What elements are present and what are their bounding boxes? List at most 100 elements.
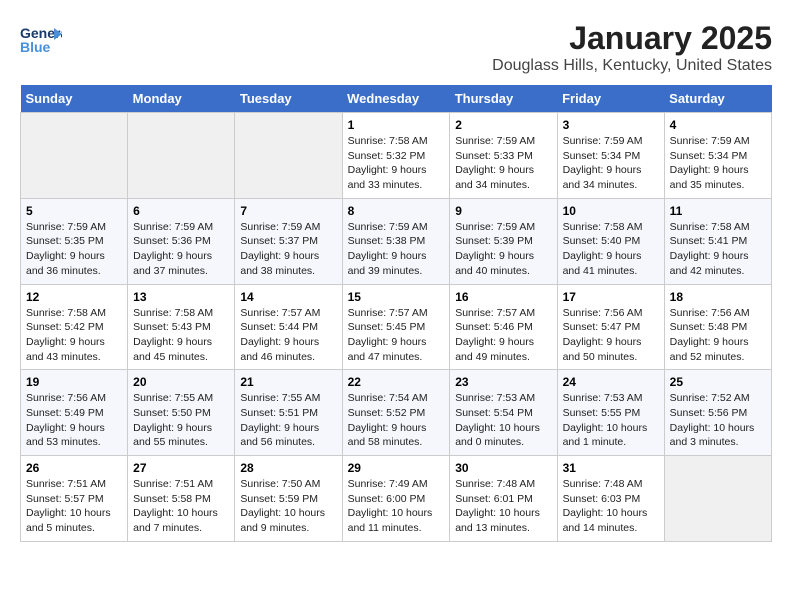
calendar-week-row: 19 Sunrise: 7:56 AM Sunset: 5:49 PM Dayli…	[21, 370, 772, 456]
day-detail: Sunrise: 7:57 AM Sunset: 5:44 PM Dayligh…	[240, 306, 336, 365]
day-number: 23	[455, 375, 551, 389]
weekday-header: Saturday	[664, 85, 771, 113]
calendar-cell: 31 Sunrise: 7:48 AM Sunset: 6:03 PM Dayli…	[557, 456, 664, 542]
day-detail: Sunrise: 7:59 AM Sunset: 5:34 PM Dayligh…	[670, 134, 766, 193]
day-detail: Sunrise: 7:49 AM Sunset: 6:00 PM Dayligh…	[348, 477, 445, 536]
weekday-header: Monday	[128, 85, 235, 113]
day-detail: Sunrise: 7:57 AM Sunset: 5:45 PM Dayligh…	[348, 306, 445, 365]
weekday-header: Sunday	[21, 85, 128, 113]
calendar-cell: 7 Sunrise: 7:59 AM Sunset: 5:37 PM Daylig…	[235, 198, 342, 284]
day-number: 29	[348, 461, 445, 475]
calendar-table: SundayMondayTuesdayWednesdayThursdayFrid…	[20, 85, 772, 542]
weekday-header: Wednesday	[342, 85, 450, 113]
calendar-cell: 4 Sunrise: 7:59 AM Sunset: 5:34 PM Daylig…	[664, 113, 771, 199]
day-number: 22	[348, 375, 445, 389]
day-number: 16	[455, 290, 551, 304]
day-detail: Sunrise: 7:53 AM Sunset: 5:54 PM Dayligh…	[455, 391, 551, 450]
calendar-cell: 25 Sunrise: 7:52 AM Sunset: 5:56 PM Dayli…	[664, 370, 771, 456]
day-detail: Sunrise: 7:50 AM Sunset: 5:59 PM Dayligh…	[240, 477, 336, 536]
day-number: 31	[563, 461, 659, 475]
day-number: 30	[455, 461, 551, 475]
day-detail: Sunrise: 7:59 AM Sunset: 5:39 PM Dayligh…	[455, 220, 551, 279]
calendar-cell: 12Sunrise: 7:58 AM Sunset: 5:42 PM Dayli…	[21, 284, 128, 370]
day-number: 12	[26, 290, 122, 304]
calendar-cell	[235, 113, 342, 199]
day-number: 4	[670, 118, 766, 132]
calendar-week-row: 5Sunrise: 7:59 AM Sunset: 5:35 PM Daylig…	[21, 198, 772, 284]
calendar-week-row: 12Sunrise: 7:58 AM Sunset: 5:42 PM Dayli…	[21, 284, 772, 370]
calendar-cell	[21, 113, 128, 199]
day-detail: Sunrise: 7:55 AM Sunset: 5:51 PM Dayligh…	[240, 391, 336, 450]
calendar-cell: 5Sunrise: 7:59 AM Sunset: 5:35 PM Daylig…	[21, 198, 128, 284]
day-number: 2	[455, 118, 551, 132]
calendar-cell: 23 Sunrise: 7:53 AM Sunset: 5:54 PM Dayli…	[450, 370, 557, 456]
month-title: January 2025	[492, 20, 772, 57]
day-detail: Sunrise: 7:54 AM Sunset: 5:52 PM Dayligh…	[348, 391, 445, 450]
calendar-cell: 21 Sunrise: 7:55 AM Sunset: 5:51 PM Dayli…	[235, 370, 342, 456]
title-block: January 2025 Douglass Hills, Kentucky, U…	[492, 20, 772, 75]
calendar-cell: 13Sunrise: 7:58 AM Sunset: 5:43 PM Dayli…	[128, 284, 235, 370]
calendar-cell: 17 Sunrise: 7:56 AM Sunset: 5:47 PM Dayli…	[557, 284, 664, 370]
day-number: 25	[670, 375, 766, 389]
calendar-cell: 29 Sunrise: 7:49 AM Sunset: 6:00 PM Dayli…	[342, 456, 450, 542]
day-detail: Sunrise: 7:56 AM Sunset: 5:49 PM Dayligh…	[26, 391, 122, 450]
calendar-cell: 27Sunrise: 7:51 AM Sunset: 5:58 PM Dayli…	[128, 456, 235, 542]
day-number: 11	[670, 204, 766, 218]
calendar-cell: 2 Sunrise: 7:59 AM Sunset: 5:33 PM Daylig…	[450, 113, 557, 199]
weekday-header: Friday	[557, 85, 664, 113]
day-detail: Sunrise: 7:48 AM Sunset: 6:03 PM Dayligh…	[563, 477, 659, 536]
weekday-header: Tuesday	[235, 85, 342, 113]
day-detail: Sunrise: 7:58 AM Sunset: 5:32 PM Dayligh…	[348, 134, 445, 193]
calendar-body: 1 Sunrise: 7:58 AM Sunset: 5:32 PM Daylig…	[21, 113, 772, 542]
day-number: 14	[240, 290, 336, 304]
day-number: 28	[240, 461, 336, 475]
calendar-week-row: 26 Sunrise: 7:51 AM Sunset: 5:57 PM Dayli…	[21, 456, 772, 542]
day-detail: Sunrise: 7:51 AM Sunset: 5:58 PM Dayligh…	[133, 477, 229, 536]
calendar-cell: 20Sunrise: 7:55 AM Sunset: 5:50 PM Dayli…	[128, 370, 235, 456]
day-detail: Sunrise: 7:59 AM Sunset: 5:36 PM Dayligh…	[133, 220, 229, 279]
day-number: 18	[670, 290, 766, 304]
day-detail: Sunrise: 7:58 AM Sunset: 5:40 PM Dayligh…	[563, 220, 659, 279]
day-detail: Sunrise: 7:59 AM Sunset: 5:38 PM Dayligh…	[348, 220, 445, 279]
calendar-week-row: 1 Sunrise: 7:58 AM Sunset: 5:32 PM Daylig…	[21, 113, 772, 199]
day-detail: Sunrise: 7:57 AM Sunset: 5:46 PM Dayligh…	[455, 306, 551, 365]
day-number: 17	[563, 290, 659, 304]
calendar-cell	[664, 456, 771, 542]
day-number: 21	[240, 375, 336, 389]
calendar-cell: 8 Sunrise: 7:59 AM Sunset: 5:38 PM Daylig…	[342, 198, 450, 284]
day-number: 19	[26, 375, 122, 389]
day-number: 9	[455, 204, 551, 218]
day-detail: Sunrise: 7:59 AM Sunset: 5:33 PM Dayligh…	[455, 134, 551, 193]
calendar-cell: 1 Sunrise: 7:58 AM Sunset: 5:32 PM Daylig…	[342, 113, 450, 199]
calendar-cell: 18Sunrise: 7:56 AM Sunset: 5:48 PM Dayli…	[664, 284, 771, 370]
day-number: 1	[348, 118, 445, 132]
calendar-cell: 15Sunrise: 7:57 AM Sunset: 5:45 PM Dayli…	[342, 284, 450, 370]
calendar-cell: 22 Sunrise: 7:54 AM Sunset: 5:52 PM Dayli…	[342, 370, 450, 456]
day-number: 24	[563, 375, 659, 389]
day-detail: Sunrise: 7:59 AM Sunset: 5:37 PM Dayligh…	[240, 220, 336, 279]
calendar-cell: 11 Sunrise: 7:58 AM Sunset: 5:41 PM Dayli…	[664, 198, 771, 284]
day-detail: Sunrise: 7:58 AM Sunset: 5:41 PM Dayligh…	[670, 220, 766, 279]
day-number: 6	[133, 204, 229, 218]
day-detail: Sunrise: 7:56 AM Sunset: 5:47 PM Dayligh…	[563, 306, 659, 365]
day-detail: Sunrise: 7:51 AM Sunset: 5:57 PM Dayligh…	[26, 477, 122, 536]
day-number: 8	[348, 204, 445, 218]
calendar-cell: 24Sunrise: 7:53 AM Sunset: 5:55 PM Dayli…	[557, 370, 664, 456]
day-number: 26	[26, 461, 122, 475]
day-detail: Sunrise: 7:48 AM Sunset: 6:01 PM Dayligh…	[455, 477, 551, 536]
calendar-cell: 19 Sunrise: 7:56 AM Sunset: 5:49 PM Dayli…	[21, 370, 128, 456]
logo-graphic: General Blue	[20, 20, 62, 62]
day-detail: Sunrise: 7:59 AM Sunset: 5:35 PM Dayligh…	[26, 220, 122, 279]
day-number: 7	[240, 204, 336, 218]
day-detail: Sunrise: 7:59 AM Sunset: 5:34 PM Dayligh…	[563, 134, 659, 193]
day-number: 10	[563, 204, 659, 218]
calendar-header-row: SundayMondayTuesdayWednesdayThursdayFrid…	[21, 85, 772, 113]
day-detail: Sunrise: 7:52 AM Sunset: 5:56 PM Dayligh…	[670, 391, 766, 450]
calendar-cell: 28 Sunrise: 7:50 AM Sunset: 5:59 PM Dayli…	[235, 456, 342, 542]
calendar-cell: 6 Sunrise: 7:59 AM Sunset: 5:36 PM Daylig…	[128, 198, 235, 284]
calendar-cell: 26 Sunrise: 7:51 AM Sunset: 5:57 PM Dayli…	[21, 456, 128, 542]
calendar-cell	[128, 113, 235, 199]
calendar-cell: 3 Sunrise: 7:59 AM Sunset: 5:34 PM Daylig…	[557, 113, 664, 199]
day-number: 3	[563, 118, 659, 132]
location-title: Douglass Hills, Kentucky, United States	[492, 57, 772, 75]
